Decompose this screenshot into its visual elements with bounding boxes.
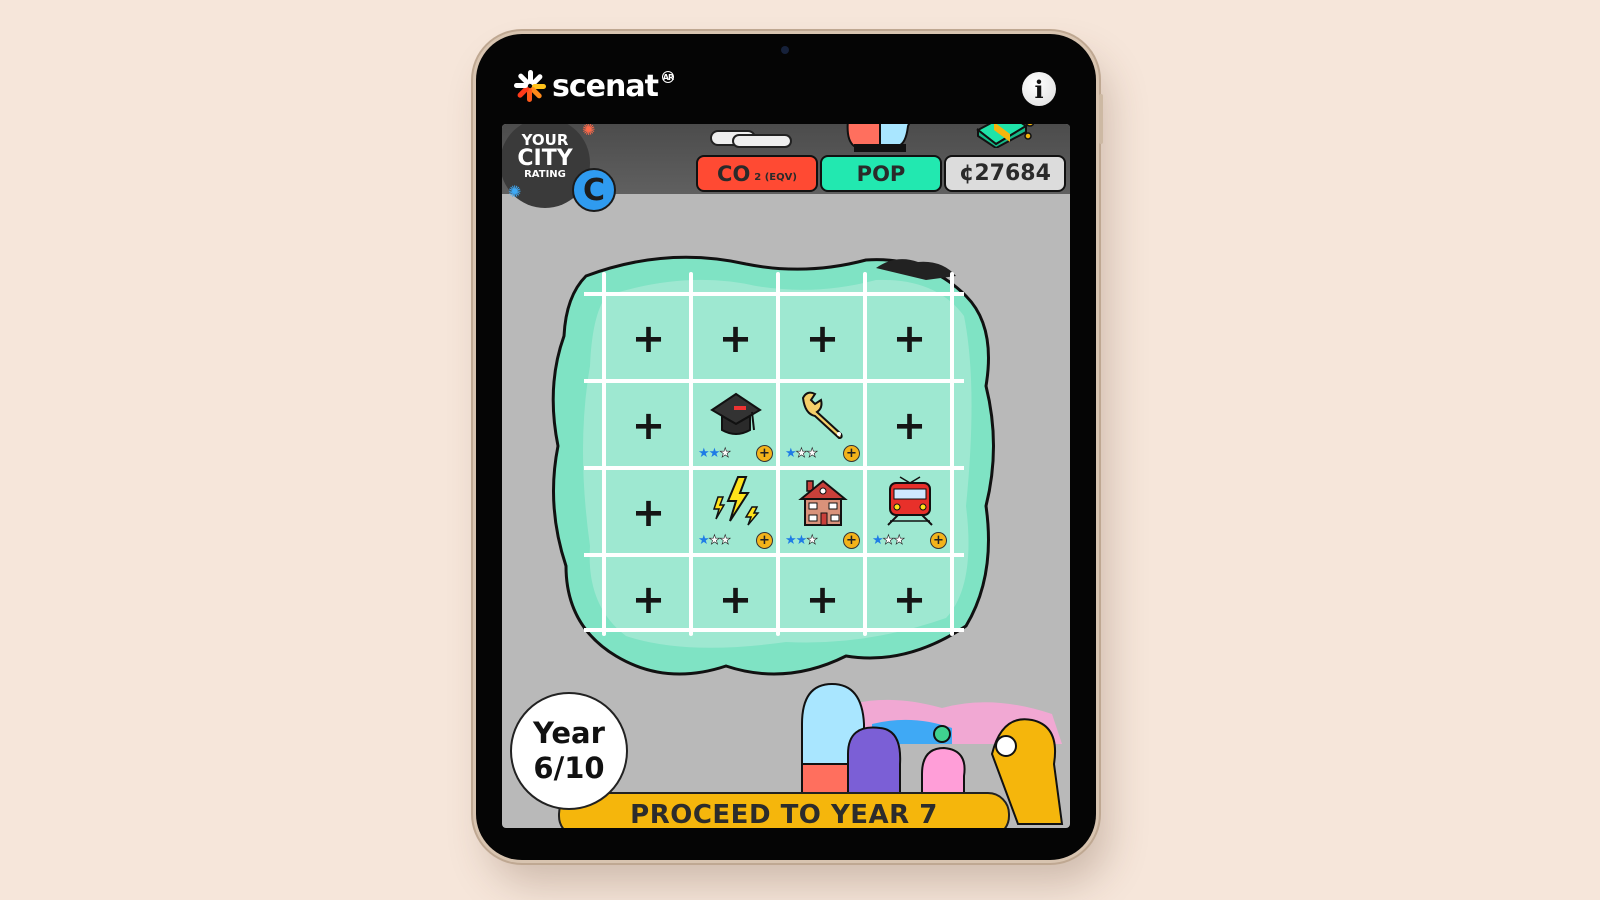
empty-plot-add-button[interactable]: + [692, 295, 779, 382]
building-plot-education[interactable]: ★★★ + [692, 382, 779, 469]
plus-icon: + [805, 576, 840, 623]
info-button[interactable]: i [1022, 72, 1056, 106]
star-rating: ★★★ [698, 533, 731, 549]
money-balance: ¢27684 [944, 155, 1066, 192]
rating-line-2: CITY [517, 146, 573, 171]
building-plot-housing[interactable]: ★★★ + [779, 469, 866, 556]
sparkle-icon: ✺ [508, 182, 522, 201]
star-empty-icon: ★ [795, 446, 807, 462]
star-filled-icon: ★ [708, 446, 721, 461]
empty-plot-add-button[interactable]: + [779, 295, 866, 382]
year-progress-badge: Year 6/10 [510, 692, 628, 810]
empty-plot-add-button[interactable]: + [605, 556, 692, 643]
wrench-icon [797, 388, 849, 440]
empty-plot-add-button[interactable]: + [605, 295, 692, 382]
empty-plot-add-button[interactable]: + [866, 556, 953, 643]
upgrade-button[interactable]: + [756, 445, 773, 462]
empty-plot-add-button[interactable]: + [866, 295, 953, 382]
star-rating: ★★★ [785, 533, 818, 549]
upgrade-button[interactable]: + [930, 532, 947, 549]
plus-icon: + [718, 576, 753, 623]
logo-badge: AR [661, 71, 674, 83]
camera [781, 46, 789, 54]
star-empty-icon: ★ [719, 533, 731, 549]
star-empty-icon: ★ [806, 533, 818, 549]
plus-icon: + [631, 402, 666, 449]
building-plot-maintenance[interactable]: ★★★ + [779, 382, 866, 469]
star-empty-icon: ★ [806, 446, 818, 462]
star-filled-icon: ★ [785, 533, 797, 548]
proceed-to-next-year-button[interactable]: PROCEED TO YEAR 7 [558, 792, 1010, 828]
upgrade-button[interactable]: + [756, 532, 773, 549]
logo-text: scenat [552, 68, 659, 104]
co2-label: CO [717, 161, 751, 186]
train-icon [884, 475, 936, 527]
plus-icon: + [805, 315, 840, 362]
star-empty-icon: ★ [893, 533, 905, 549]
empty-plot-add-button[interactable]: + [692, 556, 779, 643]
building-energy: ★★★ + [692, 469, 779, 556]
plus-icon: + [892, 402, 927, 449]
logo-flower-icon [512, 68, 548, 104]
empty-plot-add-button[interactable]: + [605, 382, 692, 469]
star-filled-icon: ★ [795, 533, 808, 548]
building-plot-transport[interactable]: ★★★ + [866, 469, 953, 556]
empty-plot-add-button[interactable]: + [779, 556, 866, 643]
star-rating: ★★★ [785, 446, 818, 462]
building-transport: ★★★ + [866, 469, 953, 556]
plus-icon: + [892, 315, 927, 362]
building-plot-energy[interactable]: ★★★ + [692, 469, 779, 556]
star-filled-icon: ★ [698, 533, 710, 548]
city-grid: + + + + + ★★★ + ★★★ + + + ★★★ + ★★★ + ★★★ + + + + + [584, 264, 964, 644]
star-rating: ★★★ [872, 533, 905, 549]
graduation-cap-icon [710, 388, 762, 440]
plus-icon: + [892, 576, 927, 623]
star-filled-icon: ★ [698, 446, 710, 461]
cloud-decoration [732, 134, 792, 148]
plus-icon: + [631, 315, 666, 362]
mascots-illustration [846, 124, 911, 152]
star-filled-icon: ★ [872, 533, 884, 548]
star-empty-icon: ★ [719, 446, 731, 462]
population-stat-button[interactable]: POP [820, 155, 942, 192]
building-housing: ★★★ + [779, 469, 866, 556]
star-empty-icon: ★ [882, 533, 894, 549]
logo: scenat AR [512, 68, 674, 104]
empty-plot-add-button[interactable]: + [605, 469, 692, 556]
game-screen: CO 2 (EQV) POP ¢27684 YOUR CITY RATING C… [502, 124, 1070, 828]
plus-icon: + [718, 315, 753, 362]
star-filled-icon: ★ [785, 446, 797, 461]
upgrade-button[interactable]: + [843, 532, 860, 549]
year-label: Year [533, 716, 605, 751]
house-icon [797, 475, 849, 527]
money-stack-icon [976, 124, 1034, 148]
city-rating-grade: C [572, 168, 616, 212]
empty-plot-add-button[interactable]: + [866, 382, 953, 469]
upgrade-button[interactable]: + [843, 445, 860, 462]
sparkle-icon: ✺ [582, 124, 596, 139]
co2-sub-label: 2 (EQV) [754, 172, 797, 183]
star-empty-icon: ★ [708, 533, 720, 549]
co2-stat-button[interactable]: CO 2 (EQV) [696, 155, 818, 192]
tablet-device: scenat AR i CO 2 (EQV) POP ¢27684 YOUR C… [476, 34, 1103, 860]
plus-icon: + [631, 489, 666, 536]
building-maintenance: ★★★ + [779, 382, 866, 469]
top-bar: scenat AR i [512, 68, 1060, 128]
lightning-icon [710, 475, 762, 527]
star-rating: ★★★ [698, 446, 731, 462]
side-button [1099, 94, 1103, 144]
building-education: ★★★ + [692, 382, 779, 469]
plus-icon: + [631, 576, 666, 623]
year-value: 6/10 [533, 751, 605, 785]
